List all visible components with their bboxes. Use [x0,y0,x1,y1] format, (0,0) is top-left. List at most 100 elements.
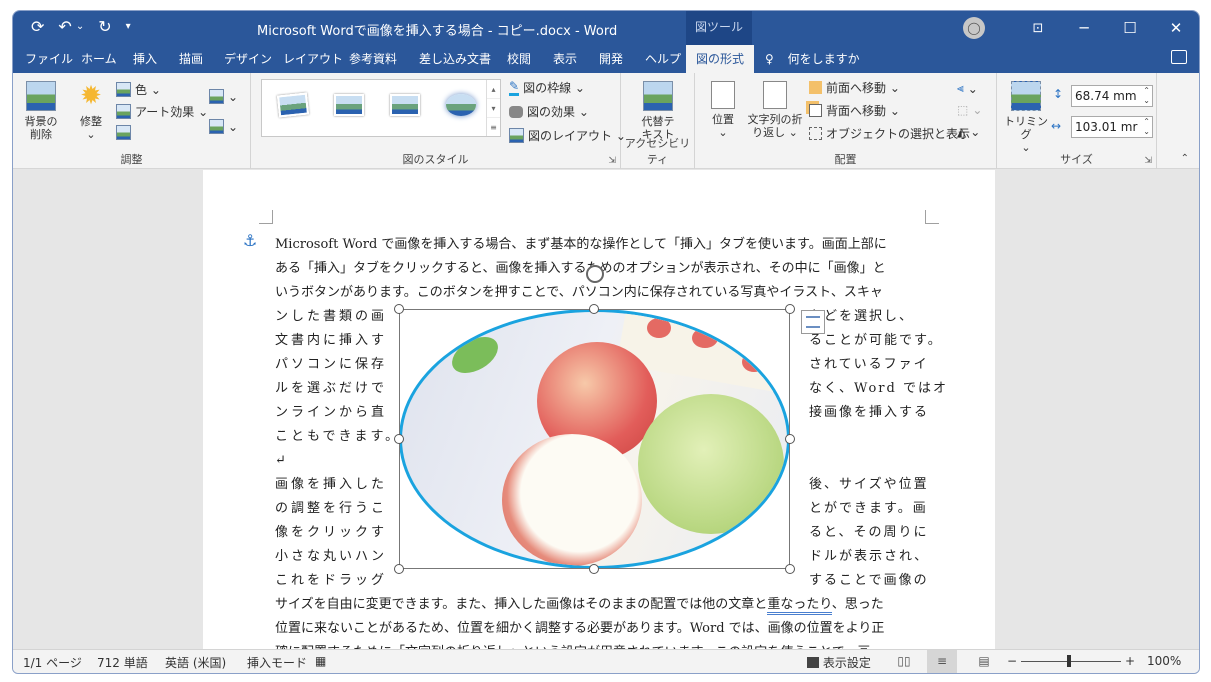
alt-text-button[interactable]: 代替テ キスト [637,81,679,141]
styles-dialog-launcher-icon[interactable]: ⇲ [608,156,616,166]
redo-icon[interactable]: ↻ [98,17,111,36]
tab-mailings[interactable]: 差し込み文書 [419,45,491,73]
zoom-level[interactable]: 100% [1147,654,1181,668]
customize-qat-icon[interactable]: ▾ [126,21,131,32]
paragraph-line: Microsoft Word で画像を挿入する場合、まず基本的な操作として「挿入… [275,237,887,252]
picture-effects-button[interactable]: 図の効果 ⌄ [509,103,589,120]
tell-me-label: 何をしますか [787,52,860,66]
height-spinner-icon[interactable]: ⌃ ⌄ [1143,86,1150,106]
zoom-slider-thumb[interactable] [1067,655,1071,667]
compress-pictures-button[interactable] [116,125,131,140]
undo-icon[interactable]: ↶ [58,17,71,36]
resize-handle-ne[interactable] [785,304,795,314]
align-button[interactable]: ⫷ ⌄ [957,81,978,96]
style-thumbnail[interactable] [390,94,420,116]
close-button[interactable]: ✕ [1153,19,1199,37]
print-layout-button[interactable]: ≡ [927,650,957,673]
style-thumbnail[interactable] [276,92,310,118]
grammar-underline[interactable]: 重なったり [767,597,832,615]
tab-picture-format[interactable]: 図の形式 [686,45,755,73]
tab-review[interactable]: 校閲 [507,45,531,73]
paragraph-line: の調整を行うこ [275,501,388,516]
maximize-button[interactable]: ☐ [1107,19,1153,37]
send-backward-button[interactable]: 背面へ移動 ⌄ [809,102,900,119]
group-label-size: サイズ [1060,153,1093,166]
rotate-icon: ◭ [957,125,967,139]
document-page[interactable]: ⚓ Microsoft Word で画像を挿入する場合、まず基本的な操作として「… [203,170,995,651]
tab-developer[interactable]: 開発 [599,45,623,73]
tab-home[interactable]: ホーム [81,45,117,73]
resize-handle-n[interactable] [589,304,599,314]
language-status[interactable]: 英語 (米国) [165,654,226,671]
rotation-handle[interactable] [586,265,604,283]
resize-handle-nw[interactable] [394,304,404,314]
tab-file[interactable]: ファイル [25,45,73,73]
picture-layout-button[interactable]: 図のレイアウト ⌄ [509,127,626,144]
corrections-button[interactable]: ✹ 修整 ⌄ [73,81,109,141]
page-count[interactable]: 1/1 ページ [23,654,82,671]
title-bar: ⟳ ↶ ⌄ ↻ ▾ Microsoft Wordで画像を挿入する場合 - コピー… [13,11,1199,45]
wrap-text-button[interactable]: 文字列の折 り返し ⌄ [743,81,807,139]
tab-view[interactable]: 表示 [553,45,577,73]
paragraph-line: ることが可能です。 [809,333,943,348]
resize-handle-e[interactable] [785,434,795,444]
minimize-button[interactable]: ─ [1061,19,1107,37]
undo-dropdown-icon[interactable]: ⌄ [76,21,84,32]
reset-picture-button[interactable]: ⌄ [209,119,238,134]
rotate-button[interactable]: ◭ ⌄ [957,125,980,139]
read-mode-button[interactable]: ▯▯ [889,650,919,673]
display-settings-button[interactable]: 表示設定 [807,654,871,671]
gallery-up-icon[interactable]: ▴ [487,80,500,99]
picture-styles-gallery[interactable]: ▴ ▾ ≡ [261,79,501,137]
bring-forward-button[interactable]: 前面へ移動 ⌄ [809,79,900,96]
tab-help[interactable]: ヘルプ [645,45,681,73]
resize-handle-s[interactable] [589,564,599,574]
web-layout-button[interactable]: ▤ [969,650,999,673]
insert-mode[interactable]: 挿入モード [247,654,307,671]
change-picture-button[interactable]: ⌄ [209,89,238,104]
style-thumbnail[interactable] [334,94,364,116]
gallery-down-icon[interactable]: ▾ [487,99,500,118]
shape-width-input[interactable]: 103.01 mr ⌃ ⌄ [1071,116,1153,138]
paragraph-line: することで画像の [809,573,929,588]
shape-height-input[interactable]: 68.74 mm ⌃ ⌄ [1071,85,1153,107]
layout-options-button[interactable] [801,310,825,334]
gallery-scroll[interactable]: ▴ ▾ ≡ [486,80,500,136]
position-button[interactable]: 位置 ⌄ [705,81,741,139]
picture-border-button[interactable]: ✎ 図の枠線 ⌄ [509,79,585,96]
style-thumbnail[interactable] [446,94,476,116]
resize-handle-w[interactable] [394,434,404,444]
artistic-effects-button[interactable]: アート効果 ⌄ [116,103,208,120]
remove-background-button[interactable]: 背景の 削除 [21,81,61,141]
user-avatar-icon[interactable]: ◯ [963,17,985,39]
zoom-in-button[interactable]: + [1125,654,1135,668]
tab-insert[interactable]: 挿入 [133,45,157,73]
group-size: トリミング ⌄ ↕ 68.74 mm ⌃ ⌄ ↔ 103.01 mr ⌃ ⌄ サイズ… [997,73,1157,169]
tab-draw[interactable]: 描画 [179,45,203,73]
resize-handle-se[interactable] [785,564,795,574]
anchor-icon[interactable]: ⚓ [243,231,257,250]
paragraph-line: ある「挿入」タブをクリックすると、画像を挿入するためのオプションが表示され、その… [275,261,886,276]
zoom-slider-track[interactable] [1021,661,1121,662]
resize-handle-sw[interactable] [394,564,404,574]
tab-design[interactable]: デザイン [224,45,272,73]
macro-recording-icon[interactable]: ▦ [315,654,326,668]
tab-references[interactable]: 参考資料 [349,45,397,73]
gallery-more-icon[interactable]: ≡ [487,118,500,137]
collapse-ribbon-icon[interactable]: ⌃ [1181,153,1189,164]
zoom-out-button[interactable]: − [1007,654,1017,668]
tell-me-search[interactable]: ♀ 何をしますか [765,45,860,73]
color-button[interactable]: 色 ⌄ [116,81,161,98]
crop-button[interactable]: トリミング ⌄ [1003,81,1049,154]
width-spinner-icon[interactable]: ⌃ ⌄ [1143,117,1150,137]
selection-pane-button[interactable]: オブジェクトの選択と表示 [809,125,970,142]
word-count[interactable]: 712 単語 [97,654,148,671]
size-dialog-launcher-icon[interactable]: ⇲ [1144,156,1152,166]
selected-picture[interactable] [394,265,795,574]
comments-icon[interactable] [1171,50,1187,64]
crop-icon [1011,81,1041,111]
autosave-icon[interactable]: ⟳ [31,17,44,36]
group-objects-button[interactable]: ⬚ ⌄ [957,103,982,117]
ribbon-display-options-button[interactable]: ⊡ [1015,21,1061,36]
tab-layout[interactable]: レイアウト [283,45,343,73]
